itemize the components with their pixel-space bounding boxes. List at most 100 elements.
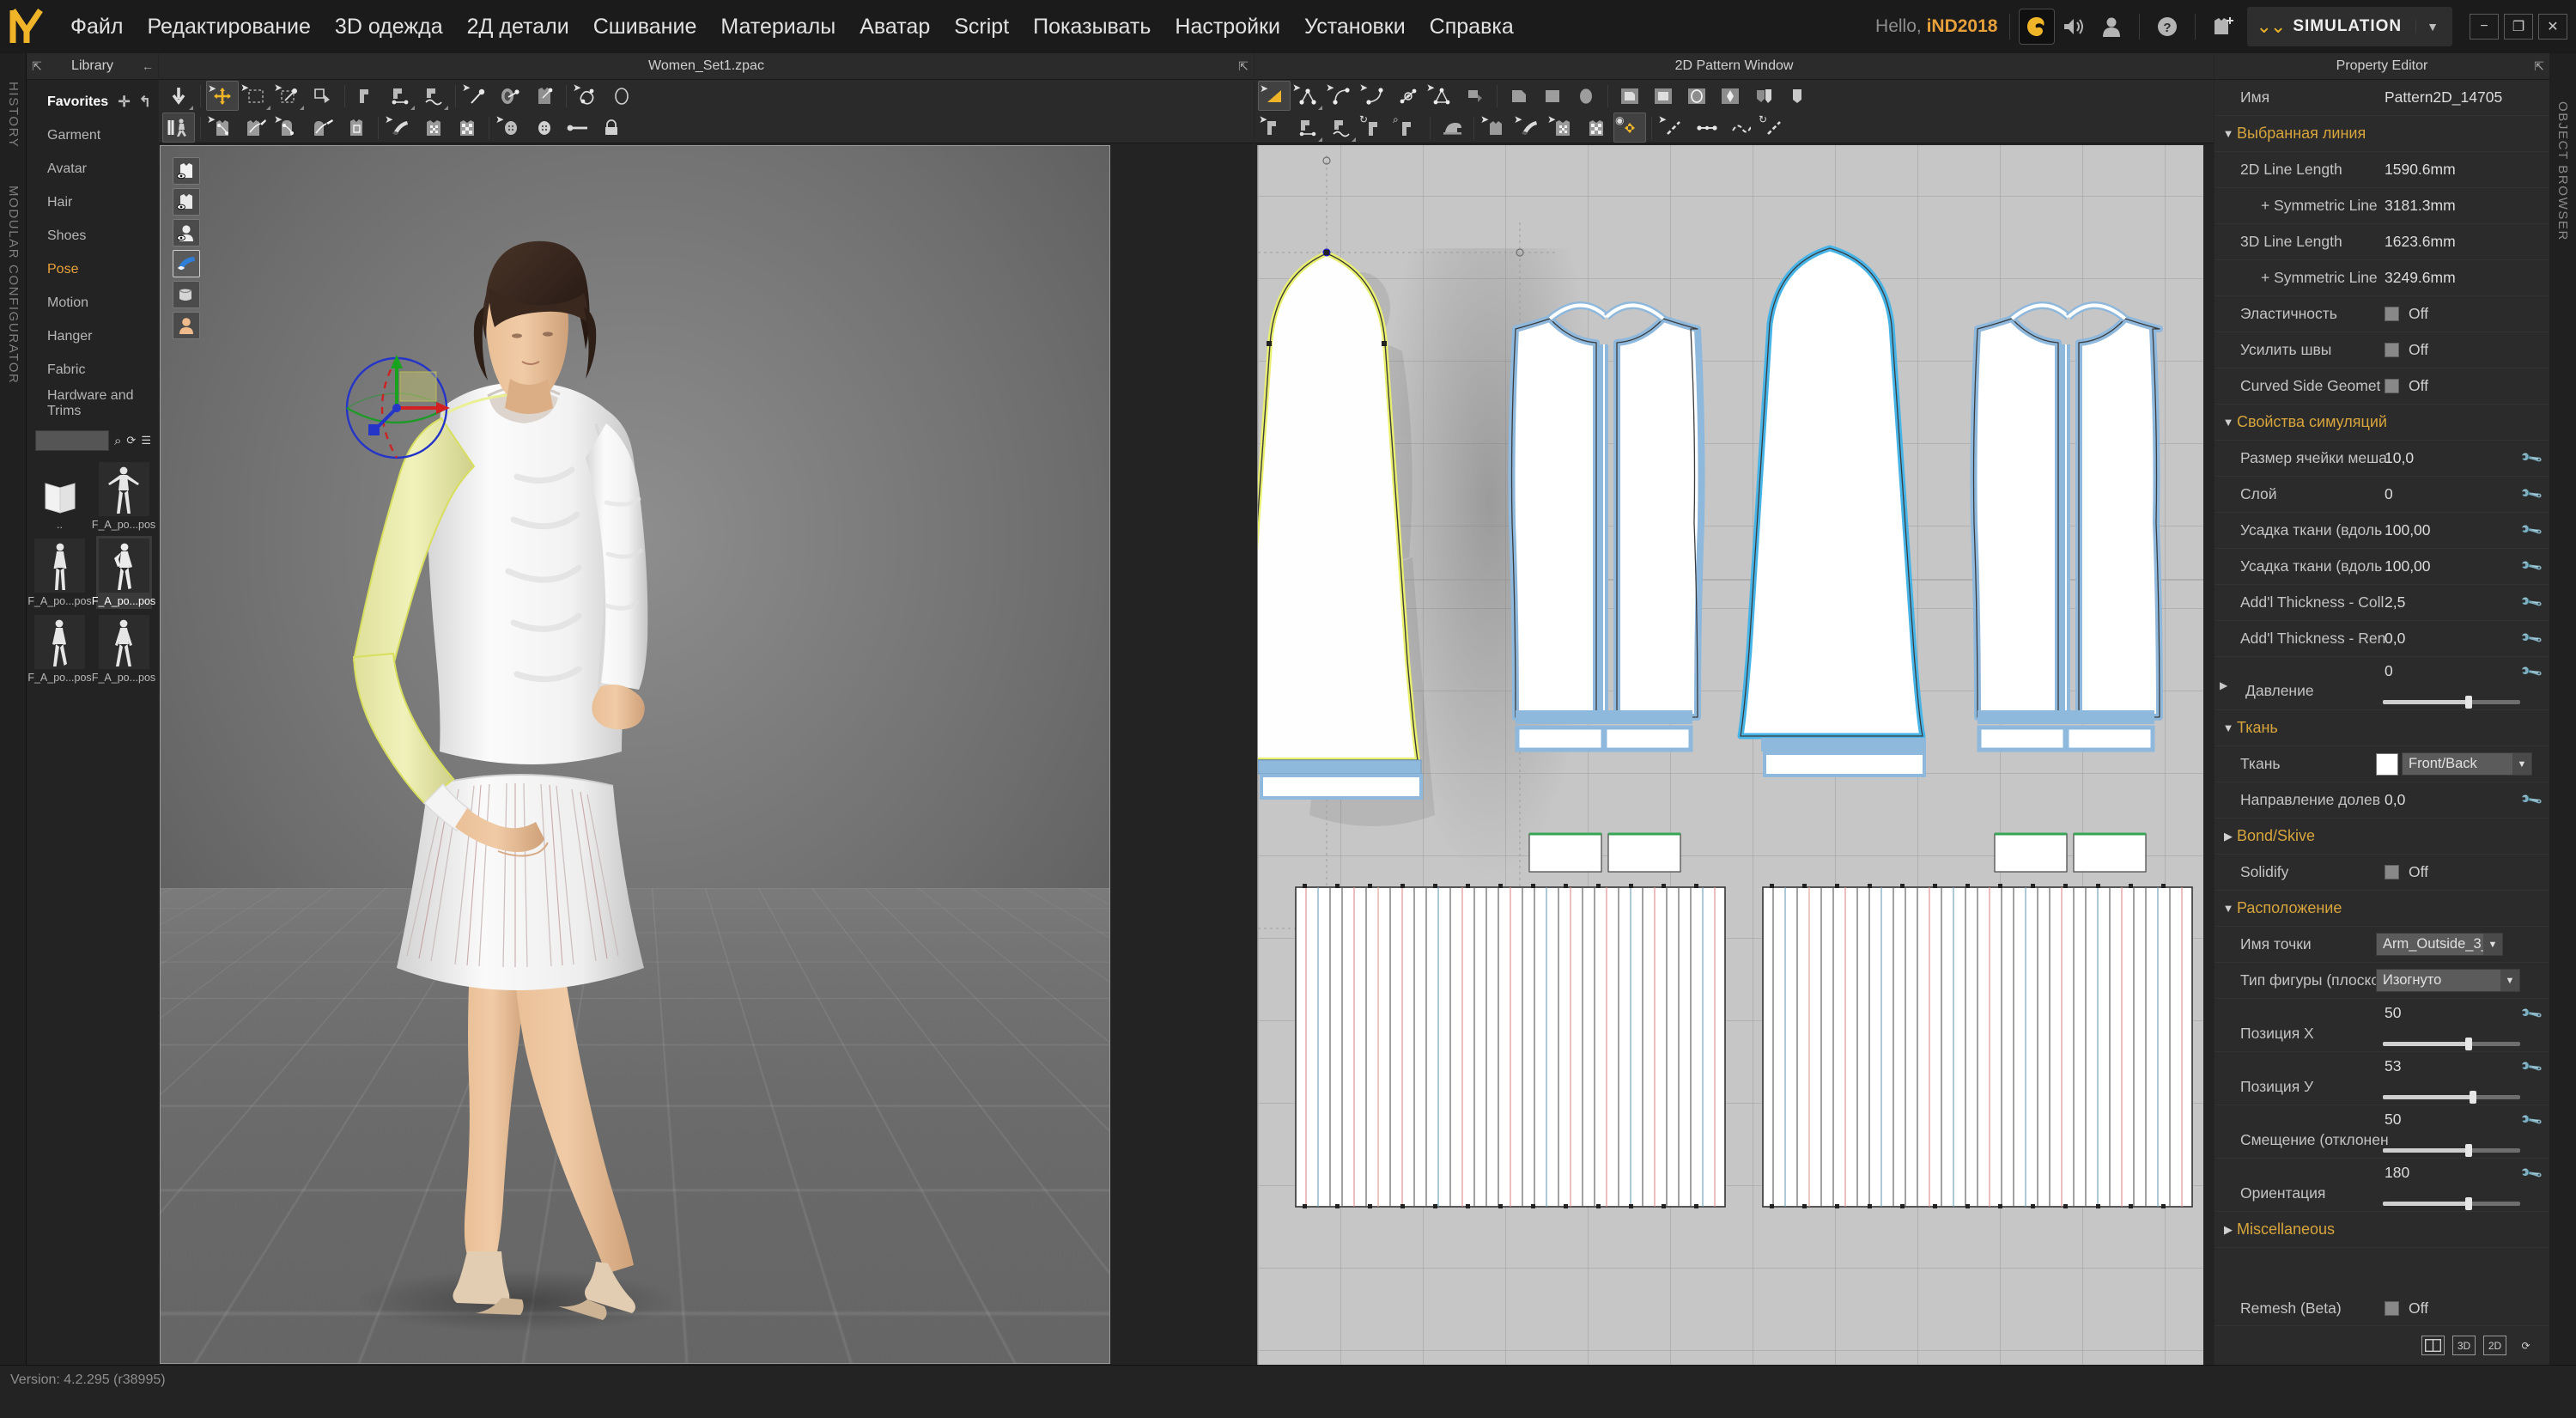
property-row-2d-symmetric-line[interactable]: + Symmetric Line 3181.3mm bbox=[2215, 188, 2549, 224]
2d-pattern-canvas[interactable] bbox=[1257, 145, 2203, 1418]
wrench-icon[interactable]: 🔧 bbox=[2519, 590, 2544, 615]
property-row-layer[interactable]: Слой 0 🔧 bbox=[2215, 477, 2549, 513]
show-avatar-icon[interactable] bbox=[173, 219, 200, 246]
refresh-icon[interactable]: ⟳ bbox=[126, 434, 136, 448]
wrench-icon[interactable]: 🔧 bbox=[2519, 1162, 2544, 1187]
slider-track[interactable] bbox=[2383, 696, 2520, 709]
tool-auto-sew[interactable]: ↻ bbox=[1358, 113, 1391, 143]
sidebar-item-hair[interactable]: Hair bbox=[27, 186, 158, 219]
tool-zipper[interactable] bbox=[562, 113, 594, 143]
sound-icon[interactable] bbox=[2055, 8, 2093, 46]
restore-button[interactable]: ❐ bbox=[2504, 14, 2533, 40]
slider-track[interactable] bbox=[2383, 1091, 2520, 1104]
tool-edit-pattern[interactable]: ➤ bbox=[1258, 81, 1291, 111]
tool-sew-2d[interactable]: ➤ bbox=[1258, 113, 1291, 143]
menu-preferences[interactable]: Установки bbox=[1292, 9, 1418, 45]
sidebar-item-fabric[interactable]: Fabric bbox=[27, 353, 158, 386]
tool-iron[interactable] bbox=[1436, 113, 1468, 143]
property-row-shrinkage-warp[interactable]: Усадка ткани (вдоль 100,00 🔧 bbox=[2215, 549, 2549, 585]
tool-pin[interactable]: ➤ bbox=[461, 81, 494, 111]
tool-ellipse[interactable] bbox=[1570, 81, 1602, 111]
section-header-arrangement[interactable]: ▼ Расположение bbox=[2215, 891, 2549, 927]
section-header-miscellaneous[interactable]: ▶ Miscellaneous bbox=[2215, 1212, 2549, 1248]
property-row-grain-direction[interactable]: Направление долев 0,0 🔧 bbox=[2215, 782, 2549, 819]
tool-fabric-roll[interactable]: ➤ bbox=[384, 113, 416, 143]
sidebar-item-pose[interactable]: Pose bbox=[27, 253, 158, 286]
checkbox[interactable] bbox=[2385, 307, 2399, 321]
clo-set-icon[interactable] bbox=[2019, 9, 2056, 45]
show-skin-icon[interactable] bbox=[173, 312, 200, 339]
property-row-offset[interactable]: 50 Смещение (отклонен 🔧 bbox=[2215, 1105, 2549, 1159]
tool-more-1[interactable] bbox=[605, 81, 638, 111]
section-header-selected-line[interactable]: ▼ Выбранная линия bbox=[2215, 116, 2549, 152]
tool-edit-curve[interactable]: ➤ bbox=[1325, 81, 1358, 111]
split-view-icon[interactable] bbox=[2421, 1336, 2445, 1355]
sidebar-item-hanger[interactable]: Hanger bbox=[27, 320, 158, 353]
property-row-3d-symmetric-line[interactable]: + Symmetric Line 3249.6mm bbox=[2215, 260, 2549, 296]
add-icon[interactable]: ✛ bbox=[118, 94, 131, 111]
property-row-reinforce-seams[interactable]: Усилить швы Off bbox=[2215, 332, 2549, 368]
figure-type-selector[interactable]: Изогнуто ▼ bbox=[2376, 969, 2520, 992]
menu-2d-pattern[interactable]: 2Д детали bbox=[455, 9, 581, 45]
undo-arrow-icon[interactable]: ↰ bbox=[139, 94, 151, 111]
list-item[interactable]: F_A_po...pos bbox=[27, 612, 92, 685]
popout-icon-3d[interactable]: ⇱ bbox=[1233, 59, 1254, 74]
menu-edit[interactable]: Редактирование bbox=[135, 9, 322, 45]
property-row-figure-type[interactable]: Тип фигуры (плоско Изогнуто ▼ bbox=[2215, 963, 2549, 999]
show-fabric-icon[interactable] bbox=[173, 250, 200, 277]
menu-avatar[interactable]: Аватар bbox=[848, 9, 942, 45]
slider-track[interactable] bbox=[2383, 1197, 2520, 1210]
tool-select-mesh-box[interactable]: ➤ bbox=[240, 81, 272, 111]
tool-avatar-line[interactable]: ➤ bbox=[273, 113, 306, 143]
tool-print-2d[interactable]: ➤ bbox=[1546, 113, 1579, 143]
help-icon[interactable]: ? bbox=[2148, 8, 2186, 46]
menu-display[interactable]: Показывать bbox=[1021, 9, 1163, 45]
vtab-history[interactable]: HISTORY bbox=[0, 67, 27, 163]
tool-edit-curve-point[interactable]: ➤ bbox=[1358, 81, 1391, 111]
tool-pin-box[interactable]: ➤ bbox=[273, 81, 306, 111]
wrench-icon[interactable]: 🔧 bbox=[2519, 554, 2544, 579]
sidebar-item-avatar[interactable]: Avatar bbox=[27, 152, 158, 186]
section-header-fabric[interactable]: ▼ Ткань bbox=[2215, 710, 2549, 746]
wrench-icon[interactable]: 🔧 bbox=[2519, 1002, 2544, 1027]
wrench-icon[interactable]: 🔧 bbox=[2519, 626, 2544, 651]
tool-inner-corner[interactable] bbox=[1613, 81, 1646, 111]
tool-check-sew[interactable]: ⌕ bbox=[1392, 113, 1425, 143]
menu-help[interactable]: Справка bbox=[1418, 9, 1526, 45]
checkbox[interactable] bbox=[2385, 343, 2399, 357]
fabric-color-swatch[interactable] bbox=[2376, 752, 2398, 776]
property-row-shrinkage-weft[interactable]: Усадка ткани (вдоль 100,00 🔧 bbox=[2215, 513, 2549, 549]
tool-fabric-roll-2d[interactable]: ➤ bbox=[1513, 113, 1546, 143]
property-row-addl-thickness-collision[interactable]: Add'l Thickness - Coll 2,5 🔧 bbox=[2215, 585, 2549, 621]
tool-avatar-pen[interactable] bbox=[307, 113, 339, 143]
point-name-selector[interactable]: Arm_Outside_3_R ▼ bbox=[2376, 933, 2503, 956]
tool-rect[interactable] bbox=[1536, 81, 1569, 111]
tool-texture-apply[interactable] bbox=[417, 113, 450, 143]
section-header-bond-skive[interactable]: ▶ Bond/Skive bbox=[2215, 819, 2549, 855]
slider-track[interactable] bbox=[2383, 1038, 2520, 1050]
checkbox[interactable] bbox=[2385, 865, 2399, 879]
property-row-position-y[interactable]: 53 Позиция У 🔧 bbox=[2215, 1052, 2549, 1105]
view-3d-button[interactable]: 3D bbox=[2452, 1336, 2476, 1355]
tool-fold-pattern[interactable] bbox=[1459, 81, 1492, 111]
tool-arrangement-point[interactable]: ◉ bbox=[1613, 113, 1646, 143]
checkbox[interactable] bbox=[2385, 379, 2399, 393]
minimize-button[interactable]: − bbox=[2470, 14, 2499, 40]
chevron-right-icon[interactable]: ▶ bbox=[2220, 679, 2227, 691]
property-row-name[interactable]: Имя Pattern2D_14705 bbox=[2215, 80, 2549, 116]
tool-sewing[interactable] bbox=[350, 81, 383, 111]
property-row-point-name[interactable]: Имя точки Arm_Outside_3_R ▼ bbox=[2215, 927, 2549, 963]
sidebar-item-favorites[interactable]: Favorites ✛ ↰ bbox=[27, 85, 158, 119]
slider-track[interactable] bbox=[2383, 1144, 2520, 1157]
menu-settings[interactable]: Настройки bbox=[1163, 9, 1292, 45]
tool-measure-points[interactable] bbox=[1691, 113, 1723, 143]
tool-free-sew-2d[interactable] bbox=[1325, 113, 1358, 143]
tool-free-sewing[interactable] bbox=[417, 81, 450, 111]
tool-edit-mesh[interactable]: ➤ bbox=[572, 81, 605, 111]
property-row-2d-line-length[interactable]: 2D Line Length 1590.6mm bbox=[2215, 152, 2549, 188]
tool-buttonhole[interactable] bbox=[528, 113, 561, 143]
search-icon[interactable]: ⌕ bbox=[114, 434, 121, 448]
tool-garment-pen[interactable] bbox=[240, 113, 272, 143]
3d-avatar-with-garment[interactable] bbox=[259, 193, 792, 1336]
section-header-simulation-properties[interactable]: ▼ Свойства симуляций bbox=[2215, 405, 2549, 441]
